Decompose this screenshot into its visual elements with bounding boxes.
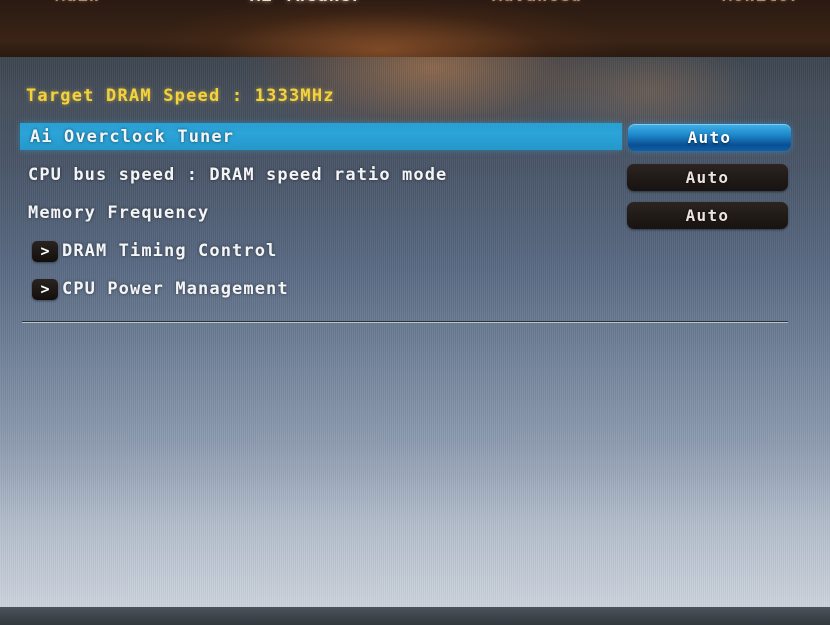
submenu-cpu-power-management[interactable]: > CPU Power Management [32,277,289,301]
submenu-dram-timing-control[interactable]: > DRAM Timing Control [32,239,277,263]
setting-label-cpu-bus-dram-ratio-mode[interactable]: CPU bus speed : DRAM speed ratio mode [28,165,447,185]
setting-label-ai-overclock-tuner: Ai Overclock Tuner [30,127,235,147]
submenu-label-dram-timing-control: DRAM Timing Control [62,241,278,261]
setting-label-memory-frequency[interactable]: Memory Frequency [28,203,209,223]
bios-header-band: Main Ai Tweaker Advanced Monitor [0,0,830,57]
setting-value-cpu-bus-dram-ratio-mode[interactable]: Auto [627,164,788,191]
tab-advanced[interactable]: Advanced [492,0,582,6]
section-divider [22,321,788,322]
submenu-label-cpu-power-management: CPU Power Management [62,279,289,299]
bottom-bezel-band [0,607,830,625]
tab-ai-tweaker[interactable]: Ai Tweaker [250,0,362,6]
setting-row-ai-overclock-tuner[interactable]: Ai Overclock Tuner [20,123,622,150]
chevron-right-icon: > [32,240,58,262]
setting-value-ai-overclock-tuner[interactable]: Auto [628,124,791,151]
menu-tab-bar: Main Ai Tweaker Advanced Monitor [0,0,830,20]
chevron-right-icon: > [32,278,58,300]
target-dram-speed-readout: Target DRAM Speed : 1333MHz [26,86,335,106]
bios-screen: Main Ai Tweaker Advanced Monitor Target … [0,0,830,625]
setting-value-memory-frequency[interactable]: Auto [627,202,788,229]
tab-main[interactable]: Main [55,0,100,6]
tab-monitor[interactable]: Monitor [722,0,801,6]
